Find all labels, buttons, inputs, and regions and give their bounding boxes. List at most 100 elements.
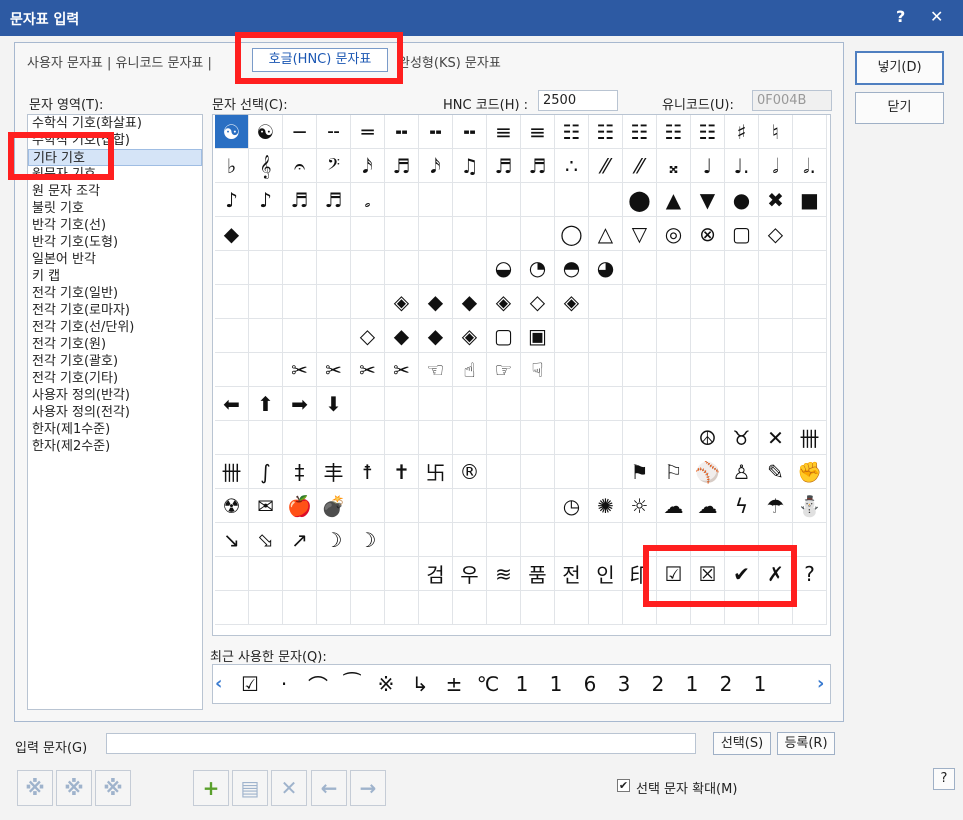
char-cell[interactable] (249, 353, 283, 387)
char-cell[interactable] (453, 421, 487, 455)
char-cell[interactable] (623, 421, 657, 455)
char-cell[interactable] (793, 319, 827, 353)
char-cell[interactable] (725, 387, 759, 421)
char-cell[interactable]: ◇ (351, 319, 385, 353)
char-cell[interactable] (215, 353, 249, 387)
char-cell[interactable] (521, 591, 555, 625)
recent-char[interactable]: ⁀ (335, 668, 369, 700)
char-cell[interactable]: ☷ (555, 115, 589, 149)
char-cell[interactable] (623, 285, 657, 319)
char-cell[interactable]: ▽ (623, 217, 657, 251)
char-cell[interactable]: ☷ (691, 115, 725, 149)
char-cell[interactable] (589, 591, 623, 625)
char-cell[interactable] (589, 387, 623, 421)
char-cell[interactable] (283, 251, 317, 285)
char-cell[interactable]: ♙ (725, 455, 759, 489)
char-cell[interactable] (283, 557, 317, 591)
char-cell[interactable] (759, 319, 793, 353)
recent-char[interactable]: 3 (607, 668, 641, 700)
char-cell[interactable]: ✊ (793, 455, 827, 489)
char-cell[interactable] (589, 183, 623, 217)
area-item[interactable]: 한자(제1수준) (28, 421, 202, 438)
char-cell[interactable] (521, 523, 555, 557)
recent-char[interactable]: ↳ (403, 668, 437, 700)
char-cell[interactable]: ☯ (215, 115, 249, 149)
char-cell[interactable]: ☜ (419, 353, 453, 387)
char-cell[interactable]: 𝅗 (351, 183, 385, 217)
char-cell[interactable] (453, 183, 487, 217)
char-cell[interactable]: ⬤ (623, 183, 657, 217)
char-cell[interactable] (657, 353, 691, 387)
char-cell[interactable]: ✂ (351, 353, 385, 387)
char-cell[interactable]: ☟ (521, 353, 555, 387)
char-cell[interactable] (691, 251, 725, 285)
char-cell[interactable]: 丰 (317, 455, 351, 489)
char-cell[interactable]: ⊗ (691, 217, 725, 251)
char-cell[interactable] (657, 285, 691, 319)
char-cell[interactable] (419, 489, 453, 523)
char-cell[interactable] (385, 183, 419, 217)
char-cell[interactable]: ▲ (657, 183, 691, 217)
char-cell[interactable] (419, 183, 453, 217)
char-cell[interactable]: ⬂ (249, 523, 283, 557)
char-cell[interactable] (419, 421, 453, 455)
select-button[interactable]: 선택(S) (713, 732, 771, 755)
char-cell[interactable] (487, 591, 521, 625)
char-cell[interactable] (453, 523, 487, 557)
char-cell[interactable] (351, 251, 385, 285)
char-cell[interactable] (487, 217, 521, 251)
char-cell[interactable]: ♬ (317, 183, 351, 217)
char-cell[interactable] (351, 591, 385, 625)
char-cell[interactable] (691, 353, 725, 387)
char-cell[interactable] (385, 421, 419, 455)
char-cell[interactable]: 𝄞 (249, 149, 283, 183)
user-edit-icon[interactable]: ※ (56, 770, 92, 806)
char-cell[interactable]: ◆ (419, 319, 453, 353)
char-cell[interactable]: ☼ (623, 489, 657, 523)
enlarge-checkbox[interactable]: ✔ (617, 779, 630, 792)
char-cell[interactable] (385, 591, 419, 625)
char-cell[interactable] (215, 421, 249, 455)
char-cell[interactable] (453, 251, 487, 285)
recent-char[interactable]: 1 (539, 668, 573, 700)
area-item[interactable]: 한자(제2수준) (28, 438, 202, 455)
char-cell[interactable]: △ (589, 217, 623, 251)
char-cell[interactable]: 卐 (419, 455, 453, 489)
char-cell[interactable]: ✂ (385, 353, 419, 387)
recent-char[interactable]: 2 (709, 668, 743, 700)
insert-row-icon[interactable]: ▤ (232, 770, 268, 806)
char-cell[interactable]: ♭ (215, 149, 249, 183)
tab-ks[interactable]: 완성형(KS) 문자표 (398, 52, 501, 71)
recent-char[interactable]: ⌒ (301, 668, 335, 700)
char-cell[interactable]: 전 (555, 557, 589, 591)
char-cell[interactable]: ✂ (283, 353, 317, 387)
char-cell[interactable] (419, 523, 453, 557)
user-add-icon[interactable]: ※ (17, 770, 53, 806)
insert-button[interactable]: 넣기(D) (855, 51, 944, 85)
char-cell[interactable] (419, 251, 453, 285)
recent-char[interactable]: 1 (505, 668, 539, 700)
recent-char[interactable]: ± (437, 668, 471, 700)
char-cell[interactable]: ⁄⁄ (589, 149, 623, 183)
char-cell[interactable]: ✉ (249, 489, 283, 523)
char-cell[interactable]: ☞ (487, 353, 521, 387)
char-cell[interactable]: ☂ (759, 489, 793, 523)
char-cell[interactable]: ╍ (385, 115, 419, 149)
char-cell[interactable] (249, 217, 283, 251)
char-cell[interactable] (249, 251, 283, 285)
char-cell[interactable] (283, 319, 317, 353)
close-button[interactable]: 닫기 (855, 92, 944, 124)
char-cell[interactable]: ☮ (691, 421, 725, 455)
char-cell[interactable]: 𝄪 (657, 149, 691, 183)
char-cell[interactable] (589, 523, 623, 557)
char-cell[interactable]: ◈ (487, 285, 521, 319)
recent-char[interactable]: 1 (743, 668, 777, 700)
char-cell[interactable] (317, 285, 351, 319)
char-cell[interactable]: ✎ (759, 455, 793, 489)
area-item[interactable]: 전각 기호(괄호) (28, 353, 202, 370)
char-cell[interactable] (385, 523, 419, 557)
hnc-code-input[interactable]: 2500 (538, 90, 618, 111)
char-cell[interactable]: ⚾ (691, 455, 725, 489)
char-cell[interactable]: 🍎 (283, 489, 317, 523)
char-cell[interactable]: ☽ (351, 523, 385, 557)
